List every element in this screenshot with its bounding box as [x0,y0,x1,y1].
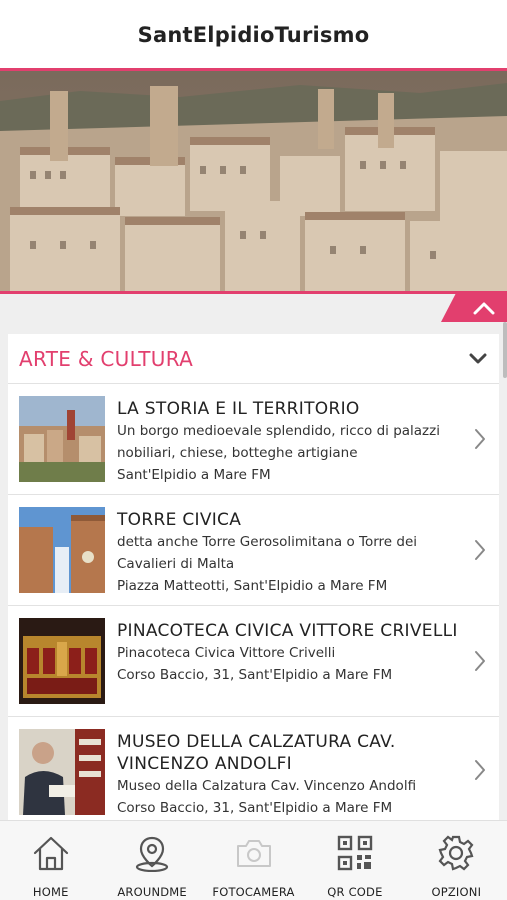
hero-town-photo [0,71,507,293]
app-title: SantElpidioTurismo [137,23,370,47]
tab-label: QR CODE [327,885,383,899]
app-header: SantElpidioTurismo [0,0,507,70]
item-address: Sant'Elpidio a Mare FM [117,467,271,483]
tab-aroundme[interactable]: AROUNDME [101,821,202,900]
tab-label: OPZIONI [431,885,482,899]
item-thumbnail [19,618,105,704]
item-thumbnail [19,729,105,815]
chevron-right-icon [475,651,485,671]
item-description: Pinacoteca Civica Vittore Crivelli [117,645,336,661]
hero-accent-line [0,291,507,294]
tab-label: AROUNDME [117,885,187,899]
item-description: detta anche Torre Gerosolimitana o Torre… [117,534,418,572]
qr-code-icon [335,833,375,873]
list-item[interactable]: LA STORIA E IL TERRITORIO Un borgo medio… [8,384,499,495]
item-title: TORRE CIVICA [117,510,242,530]
scrollbar[interactable] [503,322,507,378]
item-title: PINACOTECA CIVICA VITTORE CRIVELLI [117,621,458,641]
item-address: Piazza Matteotti, Sant'Elpidio a Mare FM [117,578,388,594]
chevron-right-icon [475,759,485,780]
item-title: MUSEO DELLA CALZATURA CAV. VINCENZO ANDO… [117,732,396,774]
item-title: LA STORIA E IL TERRITORIO [117,399,360,419]
chevron-up-icon [473,302,495,315]
tab-label: FOTOCAMERA [212,885,295,899]
tab-opzioni[interactable]: OPZIONI [406,821,507,900]
item-description: Museo della Calzatura Cav. Vincenzo Ando… [117,778,417,794]
item-thumbnail [19,507,105,593]
gear-icon [436,833,476,873]
tab-home[interactable]: HOME [0,821,101,900]
tab-label: HOME [32,885,69,899]
chevron-right-icon [475,540,485,560]
collapse-hero-button[interactable] [441,294,507,322]
home-icon [31,833,71,873]
arte-cultura-section: ARTE & CULTURA LA STORIA E IL TERRITORIO [8,334,499,820]
bottom-tab-bar: HOME AROUNDME FOTOCAMERA QR CODE OPZIONI [0,820,507,900]
item-description: Un borgo medioevale splendido, ricco di … [117,423,440,461]
location-pin-icon [132,833,172,873]
item-address: Corso Baccio, 31, Sant'Elpidio a Mare FM [117,800,393,816]
item-thumbnail [19,396,105,482]
list-item[interactable]: TORRE CIVICA detta anche Torre Gerosolim… [8,495,499,606]
tab-fotocamera[interactable]: FOTOCAMERA [203,821,304,900]
chevron-down-icon [469,353,487,363]
list-item[interactable]: PINACOTECA CIVICA VITTORE CRIVELLI Pinac… [8,606,499,717]
chevron-right-icon [475,429,485,449]
section-header[interactable]: ARTE & CULTURA [8,334,499,384]
list-item[interactable]: MUSEO DELLA CALZATURA CAV. VINCENZO ANDO… [8,717,499,820]
section-title: ARTE & CULTURA [19,346,194,371]
camera-icon [234,833,274,873]
tab-qr-code[interactable]: QR CODE [304,821,405,900]
item-address: Corso Baccio, 31, Sant'Elpidio a Mare FM [117,667,393,683]
poi-list: LA STORIA E IL TERRITORIO Un borgo medio… [8,384,499,820]
